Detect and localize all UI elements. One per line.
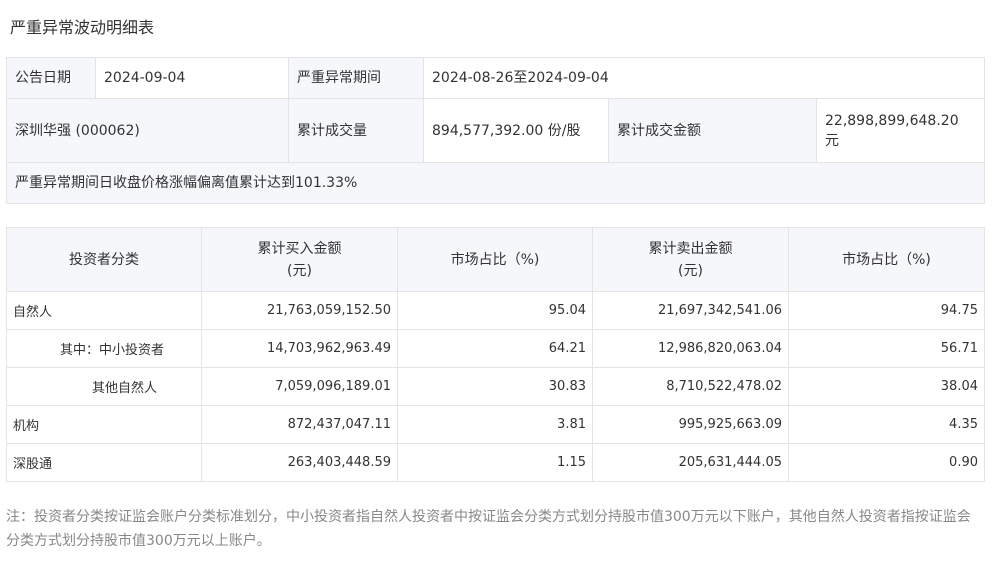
amount-value: 22,898,899,648.20 元 [816, 98, 985, 163]
row-sell-amount: 205,631,444.05 [592, 443, 789, 482]
row-buy-share: 30.83 [397, 367, 593, 406]
header-sell-share: 市场占比（%) [788, 227, 985, 292]
period-label: 严重异常期间 [288, 57, 424, 99]
header-buy-amount-label: 累计买入金额 [257, 240, 342, 257]
row-sell-amount: 8,710,522,478.02 [592, 367, 789, 406]
row-sell-share: 0.90 [788, 443, 985, 482]
summary-row-volume: 深圳华强 (000062) 累计成交量 894,577,392.00 份/股 累… [6, 98, 985, 163]
table-row: 自然人 21,763,059,152.50 95.04 21,697,342,5… [6, 291, 985, 330]
announce-date-value: 2024-09-04 [95, 57, 289, 99]
header-sell-amount: 累计卖出金额 (元) [592, 227, 789, 292]
investor-detail-table: 投资者分类 累计买入金额 (元) 市场占比（%) 累计卖出金额 (元) 市场占比… [6, 227, 985, 482]
header-buy-share: 市场占比（%) [397, 227, 593, 292]
row-category: 其中：中小投资者 [6, 329, 202, 368]
row-buy-share: 1.15 [397, 443, 593, 482]
row-buy-share: 64.21 [397, 329, 593, 368]
row-category: 机构 [6, 405, 202, 444]
page-title: 严重异常波动明细表 [10, 18, 155, 37]
row-category: 深股通 [6, 443, 202, 482]
row-buy-amount: 21,763,059,152.50 [201, 291, 398, 330]
row-sell-share: 56.71 [788, 329, 985, 368]
header-sell-amount-label: 累计卖出金额 [648, 240, 733, 257]
row-category: 其他自然人 [6, 367, 202, 406]
summary-table: 公告日期 2024-09-04 严重异常期间 2024-08-26至2024-0… [6, 57, 985, 204]
row-buy-share: 3.81 [397, 405, 593, 444]
row-sell-amount: 21,697,342,541.06 [592, 291, 789, 330]
header-sell-amount-unit: (元) [678, 262, 703, 279]
stock-name: 深圳华强 (000062) [6, 98, 289, 163]
row-sell-amount: 995,925,663.09 [592, 405, 789, 444]
header-category: 投资者分类 [6, 227, 202, 292]
row-buy-share: 95.04 [397, 291, 593, 330]
summary-row-note: 严重异常期间日收盘价格涨幅偏离值累计达到101.33% [6, 162, 985, 204]
announce-date-label: 公告日期 [6, 57, 96, 99]
row-sell-amount: 12,986,820,063.04 [592, 329, 789, 368]
header-buy-amount: 累计买入金额 (元) [201, 227, 398, 292]
table-row: 其他自然人 7,059,096,189.01 30.83 8,710,522,4… [6, 367, 985, 406]
row-buy-amount: 7,059,096,189.01 [201, 367, 398, 406]
row-category: 自然人 [6, 291, 202, 330]
row-sell-share: 94.75 [788, 291, 985, 330]
table-row: 其中：中小投资者 14,703,962,963.49 64.21 12,986,… [6, 329, 985, 368]
row-buy-amount: 14,703,962,963.49 [201, 329, 398, 368]
volume-value: 894,577,392.00 份/股 [423, 98, 609, 163]
deviation-note: 严重异常期间日收盘价格涨幅偏离值累计达到101.33% [6, 162, 985, 204]
table-row: 机构 872,437,047.11 3.81 995,925,663.09 4.… [6, 405, 985, 444]
summary-row-dates: 公告日期 2024-09-04 严重异常期间 2024-08-26至2024-0… [6, 57, 985, 99]
row-sell-share: 38.04 [788, 367, 985, 406]
row-buy-amount: 263,403,448.59 [201, 443, 398, 482]
table-row: 深股通 263,403,448.59 1.15 205,631,444.05 0… [6, 443, 985, 482]
amount-label: 累计成交金额 [608, 98, 817, 163]
volume-label: 累计成交量 [288, 98, 424, 163]
row-buy-amount: 872,437,047.11 [201, 405, 398, 444]
row-sell-share: 4.35 [788, 405, 985, 444]
header-buy-amount-unit: (元) [287, 262, 312, 279]
table-header-row: 投资者分类 累计买入金额 (元) 市场占比（%) 累计卖出金额 (元) 市场占比… [6, 227, 985, 292]
footnote: 注：投资者分类按证监会账户分类标准划分，中小投资者指自然人投资者中按证监会分类方… [6, 509, 971, 549]
period-value: 2024-08-26至2024-09-04 [423, 57, 985, 99]
